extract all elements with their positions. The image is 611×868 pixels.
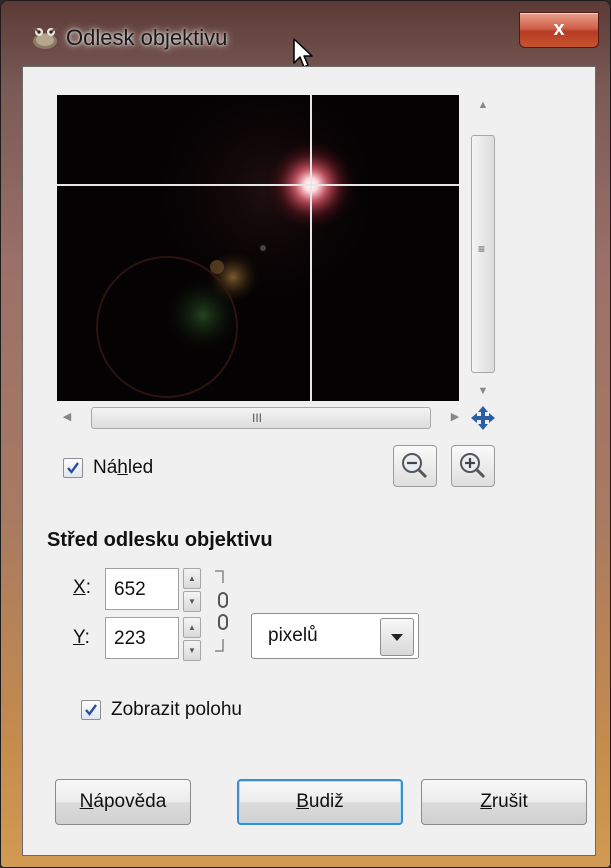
unit-selected-value: pixelů <box>268 625 318 646</box>
y-label: Y: <box>73 627 90 648</box>
y-increment-icon[interactable]: ▲ <box>183 617 201 638</box>
x-coordinate-input[interactable]: 652 <box>105 568 179 610</box>
scroll-right-arrow-icon[interactable]: ▶ <box>445 405 465 429</box>
y-coordinate-input[interactable]: 223 <box>105 617 179 659</box>
close-button[interactable]: x <box>519 12 599 48</box>
scroll-left-arrow-icon[interactable]: ◀ <box>57 405 77 429</box>
show-position-label: Zobrazit polohu <box>111 699 242 720</box>
horizontal-scroll-thumb[interactable]: III <box>91 407 431 429</box>
show-position-checkbox-row[interactable]: Zobrazit polohu <box>81 697 242 723</box>
horizontal-grip: III <box>252 411 263 425</box>
preview-horizontal-scrollbar[interactable]: ◀ III ▶ <box>57 405 467 429</box>
x-decrement-icon[interactable]: ▼ <box>183 591 201 612</box>
gimp-app-icon <box>32 27 58 49</box>
chain-link-icon[interactable] <box>211 563 235 659</box>
vertical-grip: ≡ <box>478 242 486 256</box>
preview-checkbox-label: Náhled <box>93 457 154 478</box>
dropdown-arrow-button[interactable] <box>380 618 414 656</box>
vertical-scroll-thumb[interactable]: ≡ <box>471 135 495 373</box>
zoom-out-icon <box>402 453 428 479</box>
dialog-window: Odlesk objektivu x ▲ ≡ ▼ ◀ III ▶ Náhled … <box>0 0 611 868</box>
preview-vertical-scrollbar[interactable]: ▲ ≡ ▼ <box>470 95 496 401</box>
close-icon: x <box>553 18 565 40</box>
preview-checkbox[interactable] <box>63 458 83 478</box>
zoom-in-icon <box>460 453 486 479</box>
window-title: Odlesk objektivu <box>66 25 228 50</box>
dialog-content: ▲ ≡ ▼ ◀ III ▶ Náhled Střed odlesku objek… <box>22 66 596 856</box>
chevron-down-icon <box>391 634 403 641</box>
checkmark-icon <box>67 462 79 474</box>
navigate-move-icon[interactable] <box>469 405 497 431</box>
y-spin-buttons[interactable]: ▲ ▼ <box>183 617 201 661</box>
cancel-button[interactable]: Zrušit <box>421 779 587 825</box>
show-position-checkbox[interactable] <box>81 700 101 720</box>
x-label: X: <box>73 577 91 598</box>
checkmark-icon <box>85 704 97 716</box>
flare-preview-area[interactable] <box>57 95 459 401</box>
lens-flare-preview-image <box>57 95 459 401</box>
zoom-out-button[interactable] <box>393 445 437 487</box>
y-decrement-icon[interactable]: ▼ <box>183 640 201 661</box>
help-button[interactable]: Nápověda <box>55 779 191 825</box>
unit-dropdown[interactable]: pixelů <box>251 613 419 659</box>
scroll-down-arrow-icon[interactable]: ▼ <box>470 381 496 401</box>
scroll-up-arrow-icon[interactable]: ▲ <box>470 95 496 115</box>
x-spin-buttons[interactable]: ▲ ▼ <box>183 568 201 612</box>
x-increment-icon[interactable]: ▲ <box>183 568 201 589</box>
ok-button[interactable]: Budiž <box>237 779 403 825</box>
zoom-in-button[interactable] <box>451 445 495 487</box>
section-title-flare-center: Střed odlesku objektivu <box>47 529 273 551</box>
preview-checkbox-row[interactable]: Náhled <box>63 455 153 481</box>
